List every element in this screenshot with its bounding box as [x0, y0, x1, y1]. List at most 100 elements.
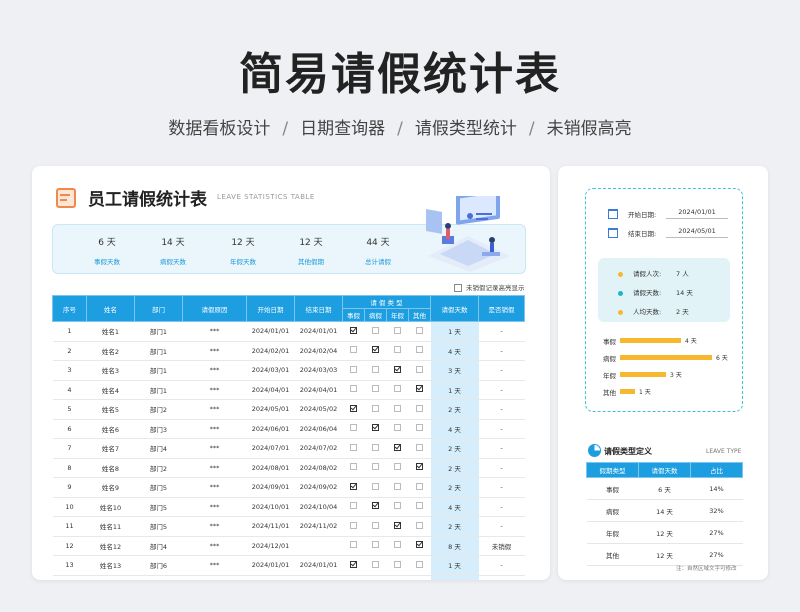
cell-type: [364, 419, 387, 439]
checkbox[interactable]: [394, 346, 401, 354]
checkbox[interactable]: [416, 443, 423, 451]
dot-icon: [618, 290, 623, 296]
cell-type: [364, 575, 387, 580]
checkbox[interactable]: [416, 482, 423, 490]
cell-end: 2024/01/01: [294, 555, 343, 576]
highlight-checkbox[interactable]: [454, 284, 462, 292]
checkbox[interactable]: [372, 463, 379, 471]
checkbox[interactable]: [416, 560, 423, 568]
checkbox[interactable]: [350, 541, 357, 549]
checkbox[interactable]: [394, 560, 401, 568]
checkbox[interactable]: [350, 365, 357, 373]
checkbox[interactable]: [416, 404, 423, 412]
checkbox[interactable]: [416, 521, 423, 529]
end-date-input[interactable]: 2024/05/01: [666, 227, 728, 238]
cell-no: 9: [52, 477, 87, 498]
checkbox[interactable]: [394, 385, 401, 393]
checkbox[interactable]: [394, 463, 401, 471]
cell-type: [386, 477, 409, 498]
start-date-input[interactable]: 2024/01/01: [666, 208, 728, 219]
checked-checkbox[interactable]: [416, 385, 423, 393]
cell-type: [386, 555, 409, 576]
cell-cancelled: 未销假: [478, 536, 525, 556]
checkbox[interactable]: [372, 521, 379, 529]
col-type-group: 请 假 类 型: [341, 295, 432, 309]
cell-no: 6: [52, 419, 87, 439]
cell-start: 2024/12/01: [246, 536, 295, 556]
stat-annual: 12 天 年假天数: [213, 235, 273, 266]
checkbox[interactable]: [416, 346, 423, 354]
cell-start: 2024/01/01: [246, 321, 295, 342]
cell-type: [386, 399, 409, 420]
cell-type: [342, 458, 365, 478]
checked-checkbox[interactable]: [372, 502, 379, 510]
cell-end: 2024/11/02: [294, 516, 343, 537]
checkbox[interactable]: [372, 326, 379, 334]
checkbox[interactable]: [394, 326, 401, 334]
col-type-other: 其他: [407, 308, 432, 322]
checkbox[interactable]: [416, 326, 423, 334]
checkbox[interactable]: [350, 346, 357, 354]
checkbox[interactable]: [394, 541, 401, 549]
definition-cell: 年假: [586, 521, 639, 544]
checkbox[interactable]: [416, 424, 423, 432]
checkbox[interactable]: [372, 365, 379, 373]
cell-type: [386, 380, 409, 400]
checkbox[interactable]: [350, 463, 357, 471]
checkbox[interactable]: [350, 521, 357, 529]
checkbox[interactable]: [372, 443, 379, 451]
table-row: 14姓名14部门6***2024/02/012024/02/02 2 天-: [52, 575, 525, 580]
checkbox[interactable]: [372, 404, 379, 412]
checked-checkbox[interactable]: [394, 521, 401, 529]
checkbox[interactable]: [350, 502, 357, 510]
cell-start: 2024/03/01: [246, 360, 295, 381]
checkbox[interactable]: [350, 385, 357, 393]
checkbox[interactable]: [372, 385, 379, 393]
definition-cell: 12 天: [638, 543, 691, 566]
cell-name: 姓名7: [86, 438, 135, 459]
checkbox[interactable]: [394, 424, 401, 432]
checked-checkbox[interactable]: [350, 482, 357, 490]
checkbox[interactable]: [372, 482, 379, 490]
checkbox[interactable]: [394, 482, 401, 490]
table-row: 1 姓名1 部门1 *** 2024/01/01 2024/01/01 1 天-: [52, 321, 525, 342]
checked-checkbox[interactable]: [372, 424, 379, 432]
cell-dept: 部门5: [134, 477, 183, 498]
checkbox[interactable]: [394, 404, 401, 412]
stat-value: 14 天: [161, 238, 185, 248]
checkbox[interactable]: [372, 560, 379, 568]
checked-checkbox[interactable]: [394, 365, 401, 373]
stat-value: 12 天: [231, 238, 255, 248]
def-col-type: 假期类型: [586, 462, 639, 478]
cell-no: 1: [52, 321, 87, 342]
cell-type: [364, 399, 387, 420]
summary-value: 14 天: [676, 289, 693, 297]
summary-days: 请假天数:: [618, 287, 661, 297]
checked-checkbox[interactable]: [416, 463, 423, 471]
checked-checkbox[interactable]: [416, 541, 423, 549]
cell-dept: 部门3: [134, 419, 183, 439]
checkbox[interactable]: [416, 502, 423, 510]
col-reason: 请假原因: [182, 295, 247, 322]
cell-type: [364, 380, 387, 400]
cell-start: 2024/10/01: [246, 497, 295, 517]
checkbox[interactable]: [394, 502, 401, 510]
cell-cancelled: -: [478, 360, 525, 381]
checked-checkbox[interactable]: [350, 326, 357, 334]
checked-checkbox[interactable]: [372, 346, 379, 354]
bar: [620, 338, 681, 343]
checkbox[interactable]: [372, 541, 379, 549]
stat-sick: 14 天 病假天数: [143, 235, 203, 266]
leave-table-card: 员工请假统计表 LEAVE STATISTICS TABLE 6 天 事假天数 …: [32, 166, 550, 580]
definition-cell: 其他: [586, 543, 639, 566]
cell-name: 姓名8: [86, 458, 135, 478]
checkbox[interactable]: [416, 365, 423, 373]
checkbox[interactable]: [350, 424, 357, 432]
highlight-toggle[interactable]: 未销假记录高亮显示: [454, 282, 525, 292]
cell-reason: ***: [182, 477, 247, 498]
checked-checkbox[interactable]: [350, 560, 357, 568]
checked-checkbox[interactable]: [394, 443, 401, 451]
checked-checkbox[interactable]: [350, 404, 357, 412]
cell-no: 12: [52, 536, 87, 556]
checkbox[interactable]: [350, 443, 357, 451]
